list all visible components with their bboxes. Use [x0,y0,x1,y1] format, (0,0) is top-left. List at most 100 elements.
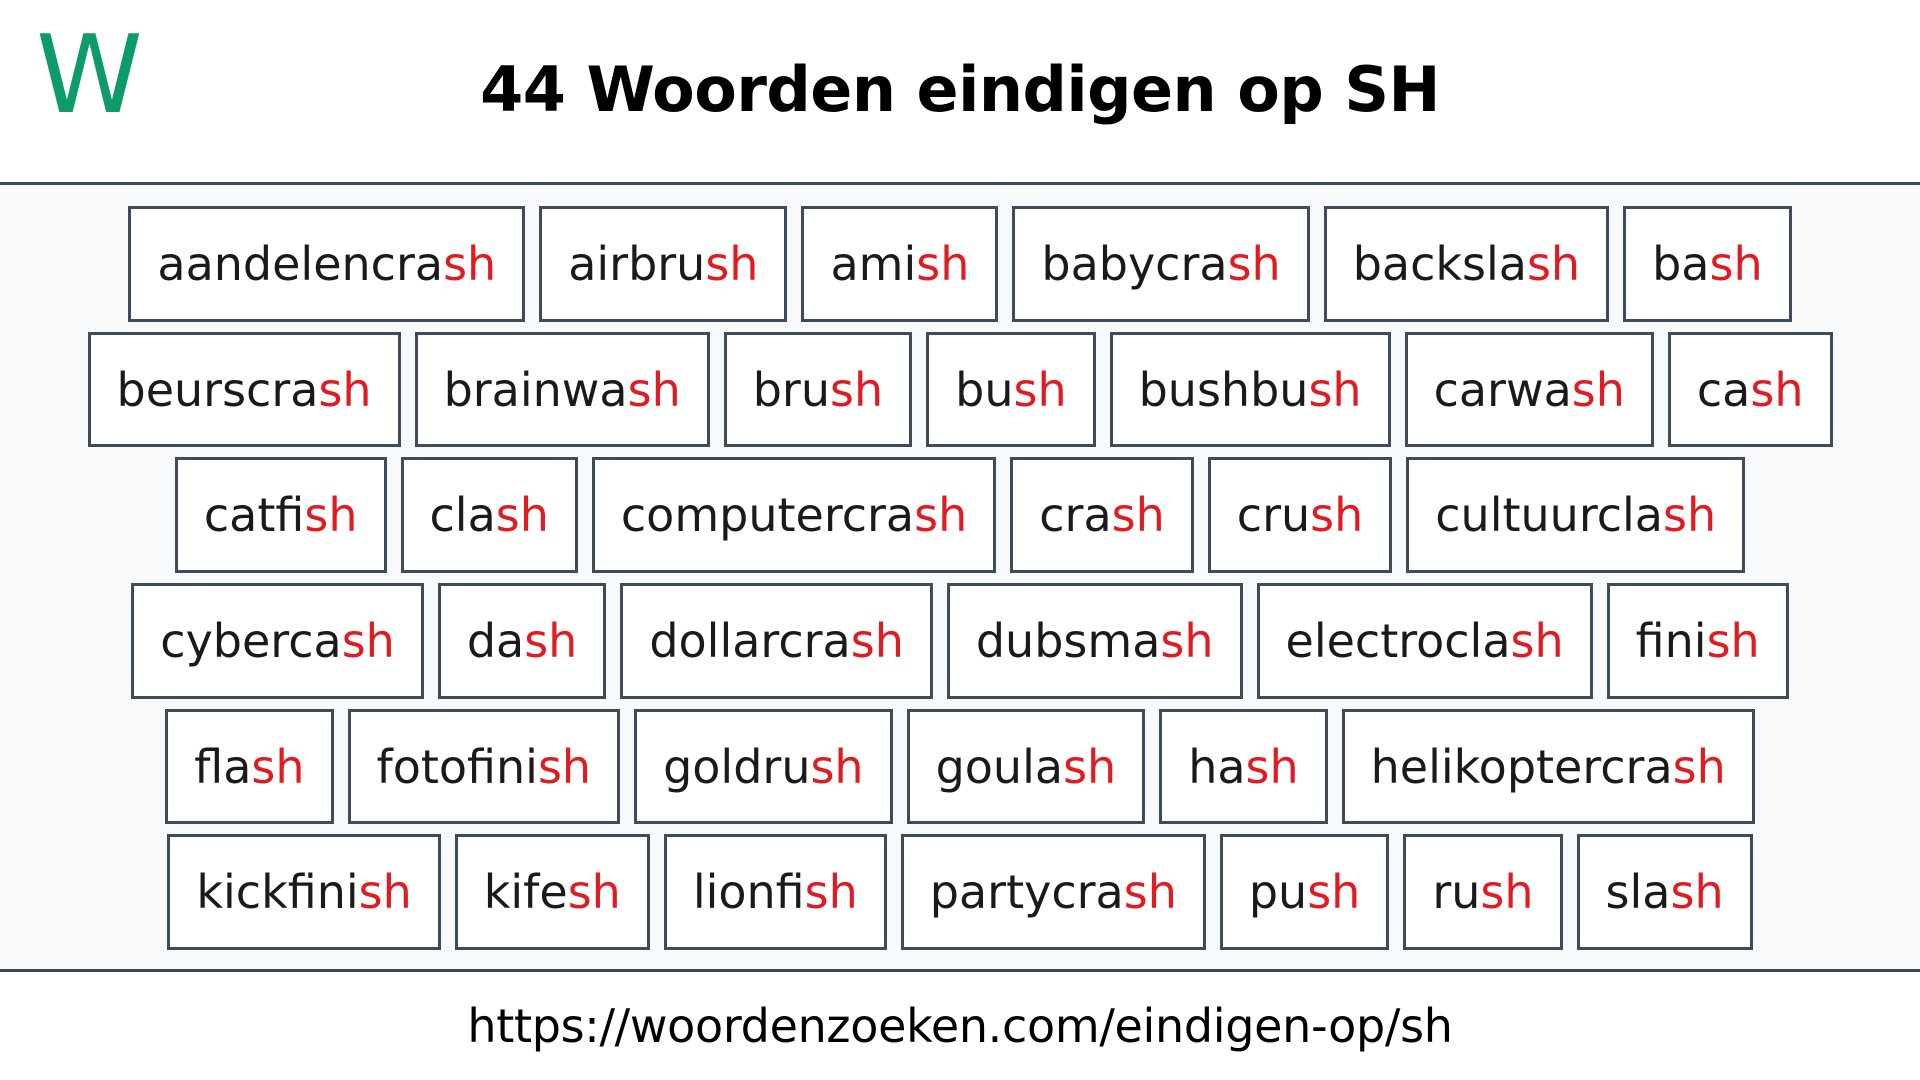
page-footer: https://woordenzoeken.com/eindigen-op/sh [0,972,1920,1080]
word-text: finish [1636,618,1760,664]
word-box[interactable]: backslash [1323,206,1610,322]
word-box[interactable]: cash [1667,331,1833,448]
word-box[interactable]: brainwash [414,331,710,448]
word-stem: cyberca [160,613,342,668]
word-box[interactable]: airbrush [539,206,788,322]
word-stem: da [466,613,525,668]
word-text: computercrash [621,492,967,538]
word-box[interactable]: flash [165,708,334,825]
word-suffix: sh [1663,488,1717,543]
word-suffix: sh [1308,362,1362,417]
word-text: crash [1039,492,1165,538]
word-box[interactable]: kickfinish [167,834,441,951]
word-row: kickfinish kifesh lionfish partycrash push ru… [20,829,1900,955]
word-row: flash fotofinish goldrush goulash hash heliko… [20,704,1900,830]
word-box[interactable]: aandelencrash [128,206,526,322]
word-text: amish [830,241,969,287]
word-stem: goula [935,739,1064,794]
word-list-page: W 44 Woorden eindigen op SH aandelencras… [0,0,1920,1080]
word-suffix: sh [1227,236,1281,291]
word-box[interactable]: cybercash [131,583,424,699]
word-suffix: sh [1709,236,1763,291]
word-box[interactable]: cultuurclash [1406,457,1746,574]
word-stem: ru [1432,865,1481,920]
word-box[interactable]: bash [1623,206,1792,322]
word-box[interactable]: dubsmash [946,583,1243,699]
word-box[interactable]: electroclash [1256,583,1593,699]
word-box[interactable]: kifesh [454,834,650,951]
word-suffix: sh [1013,362,1067,417]
word-box[interactable]: helikoptercrash [1341,708,1755,825]
word-text: hash [1188,744,1298,790]
word-box[interactable]: fotofinish [347,708,621,825]
word-box[interactable]: brush [723,331,913,448]
word-text: flash [194,744,304,790]
word-text: brainwash [444,367,681,413]
word-box[interactable]: bush [926,331,1096,448]
word-stem: bu [955,362,1014,417]
word-stem: goldru [663,739,811,794]
page-header: W 44 Woorden eindigen op SH [0,0,1920,185]
page-title: 44 Woorden eindigen op SH [480,52,1440,126]
word-box[interactable]: carwash [1404,331,1654,448]
word-box[interactable]: dollarcrash [620,583,933,699]
word-suffix: sh [850,613,904,668]
word-suffix: sh [1245,739,1299,794]
word-box[interactable]: finish [1606,583,1789,699]
word-text: airbrush [568,241,758,287]
word-box[interactable]: beurscrash [87,331,401,448]
word-box[interactable]: lionfish [663,834,887,951]
word-text: goldrush [663,744,864,790]
word-box[interactable]: babycrash [1012,206,1310,322]
word-box[interactable]: computercrash [591,457,997,574]
word-stem: ami [830,236,917,291]
word-box[interactable]: catfish [174,457,387,574]
woordenzoeken-logo[interactable]: W [36,22,143,130]
word-suffix: sh [1706,613,1760,668]
word-text: brush [753,367,883,413]
word-stem: beurscra [116,362,319,417]
word-text: carwash [1434,367,1625,413]
word-suffix: sh [1510,613,1564,668]
word-box[interactable]: crush [1207,457,1393,574]
word-text: backslash [1353,241,1580,287]
word-text: dubsmash [976,618,1214,664]
word-text: fotofinish [377,744,592,790]
word-box[interactable]: slash [1576,834,1753,951]
word-box[interactable]: crash [1010,457,1194,574]
word-box[interactable]: clash [400,457,578,574]
word-suffix: sh [830,362,884,417]
word-suffix: sh [1063,739,1117,794]
word-stem: ha [1188,739,1246,794]
word-box[interactable]: dash [437,583,607,699]
word-box[interactable]: rush [1403,834,1563,951]
word-stem: brainwa [443,362,628,417]
word-text: bushbush [1139,367,1362,413]
word-suffix: sh [537,739,592,794]
word-stem: bushbu [1138,362,1309,417]
word-stem: fotofini [376,739,538,794]
word-suffix: sh [1480,865,1534,920]
word-suffix: sh [705,236,759,291]
word-stem: carwa [1433,362,1572,417]
word-text: babycrash [1041,241,1280,287]
word-text: catfish [204,492,358,538]
word-stem: kickfini [196,865,359,920]
word-box[interactable]: goulash [906,708,1146,825]
source-url-link[interactable]: https://woordenzoeken.com/eindigen-op/sh [467,999,1453,1053]
word-box[interactable]: push [1219,834,1390,951]
word-stem: cultuurcla [1435,488,1663,543]
word-box[interactable]: partycrash [900,834,1206,951]
word-stem: kife [483,865,568,920]
word-text: crush [1237,492,1363,538]
word-text: electroclash [1286,618,1564,664]
word-box[interactable]: goldrush [634,708,893,825]
word-stem: aandelencra [157,236,444,291]
word-row: cybercash dash dollarcrash dubsmash electroc… [20,578,1900,704]
word-suffix: sh [1571,362,1625,417]
word-box[interactable]: hash [1159,708,1328,825]
word-suffix: sh [916,236,970,291]
word-box[interactable]: amish [801,206,999,322]
word-text: cybercash [160,618,395,664]
word-box[interactable]: bushbush [1109,331,1391,448]
